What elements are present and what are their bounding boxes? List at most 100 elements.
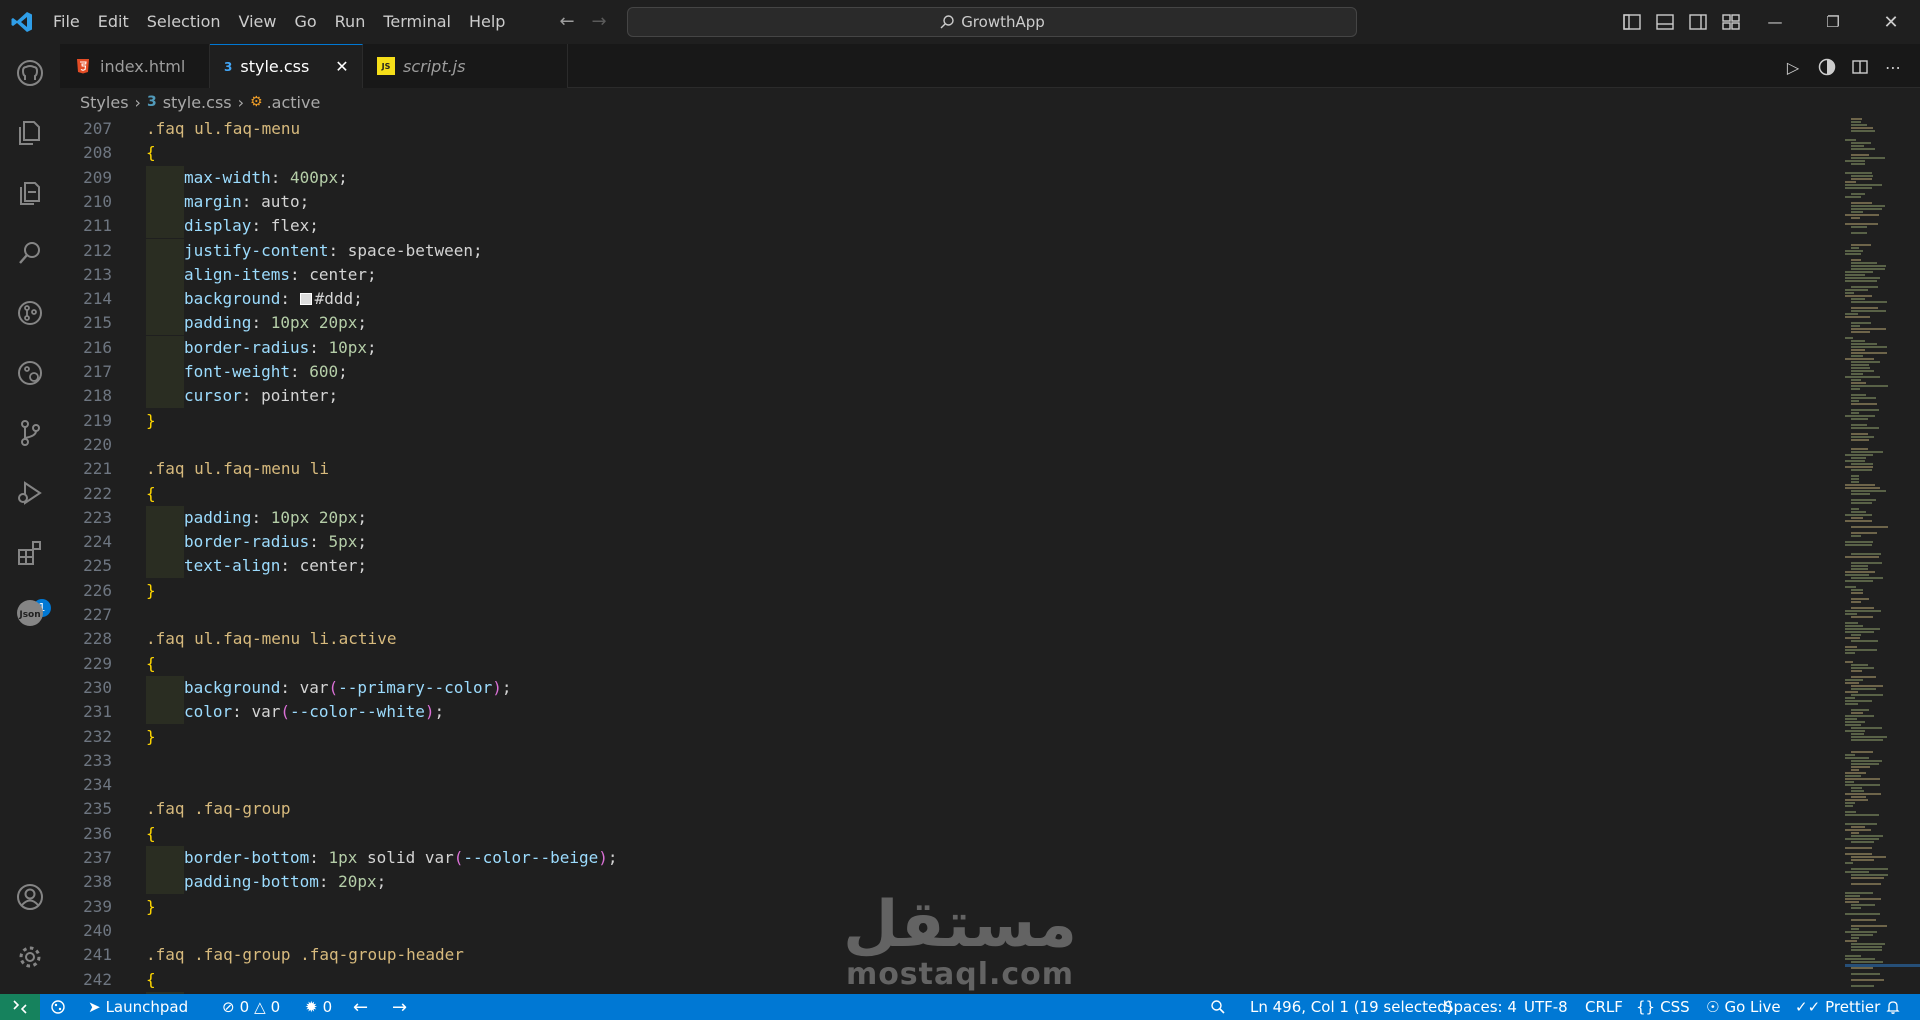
- code-line[interactable]: }: [146, 409, 1836, 433]
- menu-help[interactable]: Help: [460, 0, 514, 44]
- code-line[interactable]: [146, 433, 1836, 457]
- code-line[interactable]: .faq ul.faq-menu: [146, 117, 1836, 141]
- code-area[interactable]: .faq ul.faq-menu{max-width: 400px; margin…: [146, 116, 1836, 994]
- breadcrumb-symbol[interactable]: .active: [267, 93, 321, 112]
- menu-run[interactable]: Run: [326, 0, 375, 44]
- ports-status-item[interactable]: ✹ 0: [305, 994, 332, 1020]
- cursor-position[interactable]: Ln 496, Col 1 (19 selected): [1250, 994, 1453, 1020]
- code-line[interactable]: cursor: pointer;: [146, 384, 1836, 409]
- json-icon[interactable]: Json: [13, 596, 47, 630]
- forward-arrow-icon[interactable]: →: [588, 11, 610, 33]
- language-mode[interactable]: {} CSS: [1636, 994, 1690, 1020]
- minimap-line: [1845, 514, 1872, 516]
- accounts-icon[interactable]: [13, 880, 47, 914]
- extensions-icon[interactable]: [13, 536, 47, 570]
- run-debug-icon[interactable]: [13, 476, 47, 510]
- code-line[interactable]: justify-content: space-between;: [146, 238, 1836, 263]
- settings-gear-icon[interactable]: [13, 940, 47, 974]
- code-line[interactable]: }: [146, 579, 1836, 603]
- code-line[interactable]: margin: auto;: [146, 189, 1836, 214]
- code-line[interactable]: [146, 603, 1836, 627]
- code-line[interactable]: text-align: center;: [146, 554, 1836, 579]
- customize-layout-icon[interactable]: [1721, 12, 1741, 32]
- minimap-line: [1851, 874, 1888, 876]
- open-editors-icon[interactable]: [13, 176, 47, 210]
- split-editor-icon[interactable]: [1849, 56, 1871, 78]
- code-line[interactable]: border-bottom: 1px solid var(--color--be…: [146, 846, 1836, 870]
- encoding-setting[interactable]: UTF-8: [1524, 994, 1568, 1020]
- tab-script-js[interactable]: JS script.js: [363, 44, 568, 88]
- code-line[interactable]: background: var(--primary--color);: [146, 675, 1836, 700]
- go-live-button[interactable]: ☉ Go Live: [1706, 994, 1781, 1020]
- code-line[interactable]: align-items: center;: [146, 262, 1836, 287]
- minimap-line: [1851, 451, 1883, 453]
- code-line[interactable]: }: [146, 725, 1836, 749]
- code-line[interactable]: .faq ul.faq-menu li: [146, 457, 1836, 481]
- explorer-icon[interactable]: [13, 116, 47, 150]
- breadcrumb-folder[interactable]: Styles: [80, 93, 129, 112]
- code-token: .faq .faq-group: [146, 799, 291, 819]
- code-line[interactable]: display: flex;: [146, 214, 1836, 239]
- restore-button[interactable]: ❐: [1810, 0, 1856, 44]
- code-line[interactable]: .faq .faq-group: [146, 797, 1836, 821]
- code-line[interactable]: padding: 10px 20px;: [146, 505, 1836, 530]
- indentation-setting[interactable]: Spaces: 4: [1444, 994, 1517, 1020]
- color-swatch[interactable]: [299, 293, 312, 306]
- run-code-icon[interactable]: ▷: [1782, 56, 1804, 78]
- code-line[interactable]: max-width: 400px;: [146, 165, 1836, 190]
- navigate-back-icon[interactable]: ←: [353, 994, 368, 1020]
- code-line[interactable]: [146, 773, 1836, 797]
- tab-style-css[interactable]: 3 style.css ✕: [210, 44, 363, 88]
- code-line[interactable]: {: [146, 141, 1836, 165]
- menu-selection[interactable]: Selection: [138, 0, 230, 44]
- minimap[interactable]: [1845, 116, 1920, 994]
- code-line[interactable]: padding: 10px 20px;: [146, 311, 1836, 336]
- compare-changes-icon[interactable]: [1816, 56, 1838, 78]
- code-line[interactable]: font-weight: 600;: [146, 360, 1836, 384]
- back-arrow-icon[interactable]: ←: [556, 11, 578, 33]
- code-line[interactable]: background: #ddd;: [146, 287, 1836, 312]
- close-tab-icon[interactable]: ✕: [335, 57, 348, 76]
- source-control-icon[interactable]: [13, 416, 47, 450]
- minimize-button[interactable]: —: [1752, 0, 1798, 44]
- code-line[interactable]: border-radius: 10px;: [146, 335, 1836, 360]
- code-line[interactable]: {: [146, 822, 1836, 846]
- remote-indicator-icon[interactable]: [0, 994, 40, 1020]
- code-line[interactable]: [146, 749, 1836, 773]
- minimap-line: [1851, 154, 1869, 156]
- menu-file[interactable]: File: [44, 0, 89, 44]
- code-line[interactable]: .faq ul.faq-menu li.active: [146, 627, 1836, 651]
- gitlens-status-icon[interactable]: [50, 994, 66, 1020]
- prettier-status[interactable]: ✓✓ Prettier: [1795, 994, 1880, 1020]
- code-editor[interactable]: 207 208 209 210 211 212 213 214 215 216 217 218 219 2…: [60, 116, 1920, 994]
- end-of-line-setting[interactable]: CRLF: [1585, 994, 1623, 1020]
- menu-view[interactable]: View: [230, 0, 286, 44]
- code-line[interactable]: {: [146, 652, 1836, 676]
- menu-edit[interactable]: Edit: [89, 0, 138, 44]
- close-window-button[interactable]: ✕: [1868, 0, 1914, 44]
- problems-status-item[interactable]: ⊘ 0 △ 0: [222, 994, 280, 1020]
- code-line[interactable]: {: [146, 482, 1836, 506]
- command-center-search[interactable]: GrowthApp: [627, 7, 1357, 37]
- toggle-panel-icon[interactable]: [1655, 12, 1675, 32]
- gitlens-inspect-icon[interactable]: [13, 356, 47, 390]
- notifications-bell-icon[interactable]: [1885, 994, 1901, 1020]
- navigate-forward-icon[interactable]: →: [392, 994, 407, 1020]
- more-actions-icon[interactable]: ⋯: [1882, 56, 1904, 78]
- toggle-primary-sidebar-icon[interactable]: [1622, 12, 1642, 32]
- gitlens-icon[interactable]: [13, 296, 47, 330]
- tab-index-html[interactable]: index.html: [60, 44, 210, 88]
- github-icon[interactable]: [13, 56, 47, 90]
- zoom-search-icon[interactable]: [1210, 994, 1226, 1020]
- search-activity-icon[interactable]: [13, 236, 47, 270]
- toggle-secondary-sidebar-icon[interactable]: [1688, 12, 1708, 32]
- code-token: .faq ul.faq-menu li.active: [146, 629, 397, 649]
- launchpad-status-item[interactable]: ➤ Launchpad: [88, 994, 188, 1020]
- minimap-line: [1851, 124, 1867, 126]
- menu-terminal[interactable]: Terminal: [374, 0, 460, 44]
- menu-go[interactable]: Go: [285, 0, 325, 44]
- breadcrumb-file[interactable]: style.css: [163, 93, 232, 112]
- code-line[interactable]: border-radius: 5px;: [146, 530, 1836, 555]
- minimap-line: [1851, 397, 1876, 399]
- code-line[interactable]: color: var(--color--white);: [146, 700, 1836, 725]
